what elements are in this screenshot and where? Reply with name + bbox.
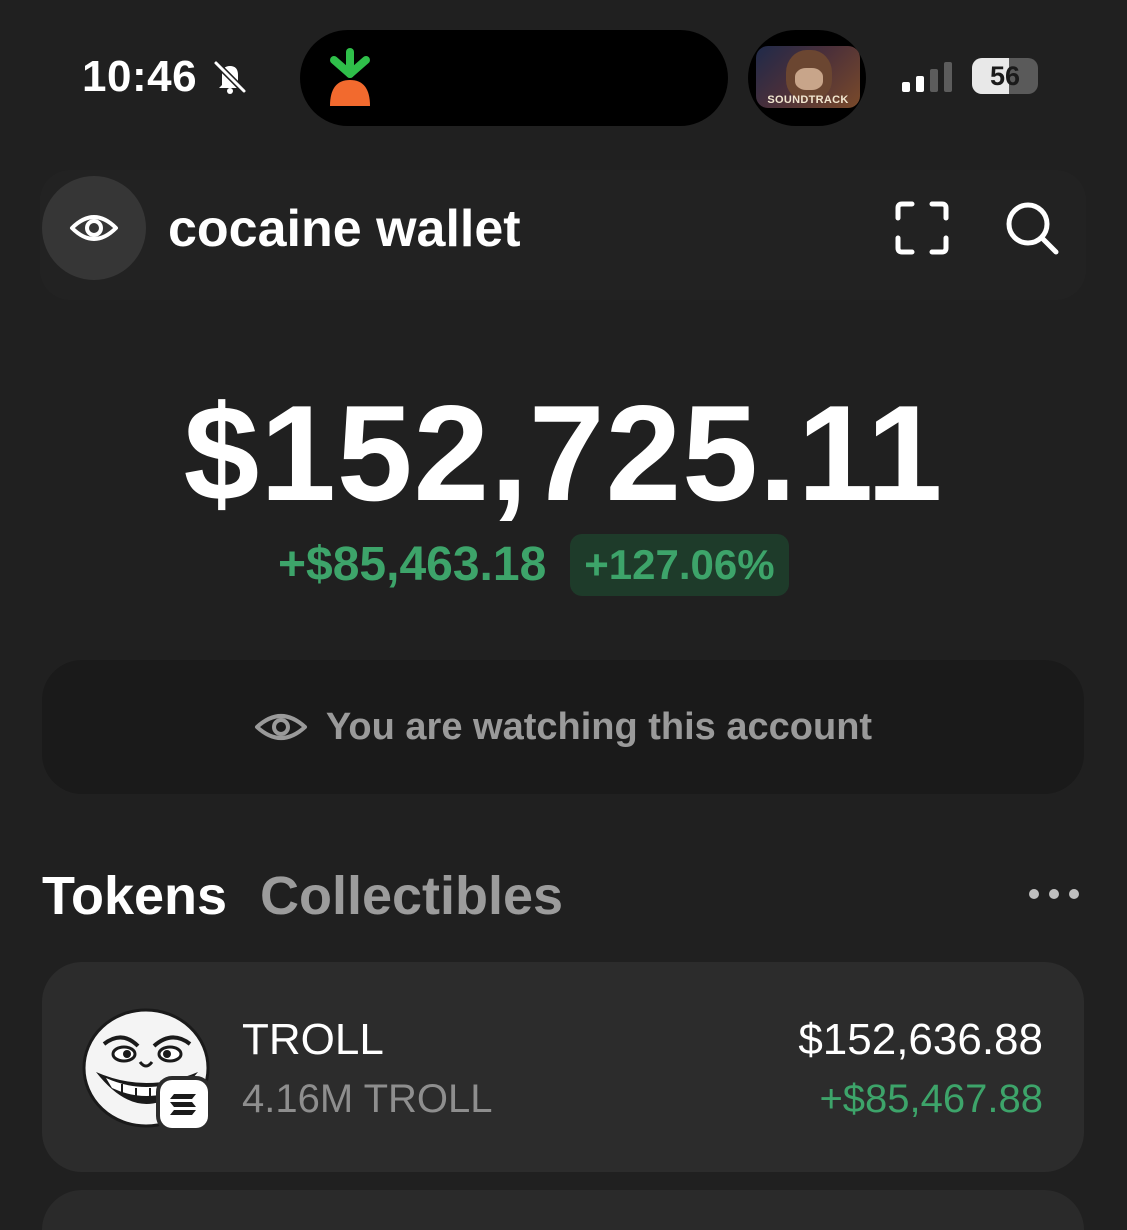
balance-change-amount: +$85,463.18 xyxy=(278,538,547,591)
next-token-row[interactable] xyxy=(42,1190,1084,1230)
status-time: 10:46 xyxy=(82,52,198,101)
token-value: $152,636.88 xyxy=(798,1015,1043,1064)
search-icon[interactable] xyxy=(1002,198,1062,258)
wallet-name[interactable]: cocaine wallet xyxy=(168,198,521,260)
cellular-signal-icon xyxy=(902,62,952,92)
album-art-figure xyxy=(786,50,832,100)
token-amount: 4.16M TROLL xyxy=(242,1077,493,1121)
eye-icon xyxy=(254,714,307,740)
more-options-icon[interactable] xyxy=(1026,884,1082,904)
watching-banner: You are watching this account xyxy=(42,660,1084,794)
battery-body: 56 xyxy=(972,58,1038,94)
battery-icon: 56 xyxy=(972,58,1040,94)
battery-level: 56 xyxy=(989,61,1021,91)
carrot-app-icon[interactable] xyxy=(324,48,376,108)
token-change: +$85,467.88 xyxy=(819,1077,1043,1121)
total-balance: $152,725.11 xyxy=(183,377,944,529)
battery-nub xyxy=(972,58,977,70)
chain-badge-inner xyxy=(160,1080,208,1128)
eye-button[interactable] xyxy=(42,176,146,280)
balance-change-row: +$85,463.18 +127.06% xyxy=(278,534,789,596)
chain-badge xyxy=(156,1076,212,1132)
album-art-label: SOUNDTRACK xyxy=(767,94,849,106)
balance-change-percent: +127.06% xyxy=(570,534,789,596)
tab-tokens[interactable]: Tokens xyxy=(42,864,227,928)
wallet-screen: 10:46 SOUNDTRACK 56 cocaine wallet $152,… xyxy=(0,0,1127,1230)
bell-slash-icon xyxy=(213,60,247,94)
token-name: TROLL xyxy=(242,1015,384,1064)
tab-collectibles[interactable]: Collectibles xyxy=(260,864,563,928)
scan-icon[interactable] xyxy=(892,198,952,258)
album-art[interactable]: SOUNDTRACK xyxy=(756,46,860,108)
solana-icon xyxy=(170,1094,196,1115)
watching-text: You are watching this account xyxy=(325,705,873,748)
eye-icon xyxy=(70,215,118,241)
